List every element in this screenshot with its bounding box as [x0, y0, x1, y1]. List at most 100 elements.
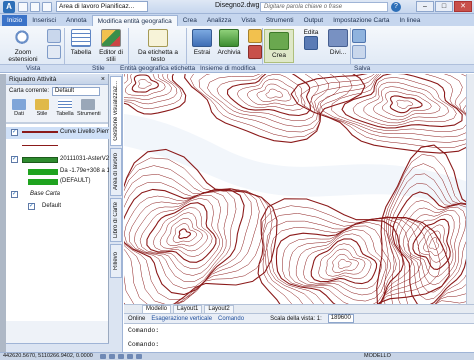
save-file-icon[interactable] [42, 1, 52, 12]
contour-line [125, 74, 166, 97]
search-input[interactable]: Digitare parola chiave o frase [260, 2, 388, 12]
divi-button[interactable]: Divi... [326, 29, 350, 56]
contour-line [318, 243, 372, 280]
polar-icon[interactable] [127, 354, 133, 359]
dati-button[interactable]: Dati [8, 99, 30, 120]
current-map-select[interactable]: Default [52, 86, 101, 96]
tabella-pane-button[interactable]: Tabella [54, 99, 76, 120]
map-canvas[interactable] [124, 74, 474, 304]
stile-button[interactable]: Stile [31, 99, 53, 120]
tab-strumenti[interactable]: Strumenti [261, 15, 299, 26]
minimize-button[interactable]: – [416, 1, 434, 12]
ribbon-group-labels: Vista Stile Entità geografica etichetta … [0, 64, 474, 73]
strumenti-button[interactable]: Strumenti [77, 99, 101, 120]
contour-line [124, 74, 183, 109]
layer-row-curve[interactable]: ✓ Curve Livello Piemo [6, 127, 113, 139]
edita-button[interactable]: Edita [296, 29, 326, 52]
tab-area-di-lavoro[interactable]: Area di lavoro [110, 148, 122, 196]
contour-line [332, 253, 359, 273]
default-layer-checkbox[interactable]: ✓ [28, 203, 35, 210]
dati-label: Dati [14, 111, 24, 117]
osnap-icon[interactable] [136, 354, 142, 359]
close-button[interactable]: ✕ [454, 1, 472, 12]
command-history: Comando: [128, 327, 160, 334]
close-icon[interactable]: × [101, 74, 105, 85]
tab-output[interactable]: Output [299, 15, 329, 26]
cursor-coordinates: 442620.5670, 5110266.9402, 0.0000 [3, 353, 93, 359]
table-icon [58, 99, 72, 110]
grid-icon[interactable] [109, 354, 115, 359]
app-menu-icon[interactable]: A [3, 0, 15, 13]
modify-set-tools[interactable] [248, 29, 262, 61]
command-line[interactable]: Comando: Comando: [124, 323, 474, 351]
vertical-exaggeration[interactable]: Esagerazione verticale [151, 316, 212, 322]
workspace-dropdown[interactable]: Area di lavoro Pianificaz... [56, 1, 148, 12]
layer-visibility-checkbox[interactable]: ✓ [11, 156, 18, 163]
select-icon [47, 29, 61, 43]
tab-in-linea[interactable]: In linea [394, 15, 425, 26]
scale-input[interactable]: 189600 [327, 314, 354, 323]
crea-label: Crea [271, 52, 287, 59]
contour-map [124, 74, 474, 304]
help-icon[interactable]: ? [391, 2, 401, 12]
default-layer-row[interactable]: ✓ Default [6, 202, 109, 212]
contour-line [363, 81, 449, 124]
contour-line-swatch [22, 131, 58, 133]
ribbon-tabs: Inizio Inserisci Annota Modifica entità … [0, 14, 474, 26]
select-tools[interactable] [44, 29, 64, 61]
command-prompt[interactable]: Comando: [128, 341, 159, 348]
task-pane-vertical-tabs: Gestione visualizzaz... Area di lavoro L… [109, 74, 123, 352]
contour-line [198, 74, 340, 133]
crea-button[interactable]: Crea [264, 29, 294, 63]
task-pane-title: Riquadro Attività [9, 76, 57, 83]
quick-access-toolbar [18, 1, 52, 12]
contour-line [341, 74, 463, 129]
model-space-label[interactable]: MODELLO [364, 353, 391, 360]
tab-inizio[interactable]: Inizio [2, 15, 28, 26]
base-map-checkbox[interactable]: ✓ [11, 191, 18, 198]
new-file-icon[interactable] [18, 1, 28, 12]
tab-inserisci[interactable]: Inserisci [27, 15, 61, 26]
tab-impostazione-carta[interactable]: Impostazione Carta [328, 15, 394, 26]
contour-line [295, 229, 387, 296]
contour-line [138, 79, 152, 89]
group-entita-etichetta: Entità geografica etichetta [120, 65, 196, 72]
tab-rilievo[interactable]: Rilievo [110, 244, 122, 278]
layer-row-aster[interactable]: ✓ 20111031-AsterV2- [6, 155, 111, 165]
task-pane-toolbar: Dati Stile Tabella Strumenti [6, 97, 108, 123]
tab-modifica-entita[interactable]: Modifica entità geografica [91, 15, 178, 26]
online-status[interactable]: Online [128, 316, 145, 322]
label-to-text-icon [148, 29, 168, 47]
ortho-icon[interactable] [118, 354, 124, 359]
zoom-extents-button[interactable]: Zoom estensioni [3, 29, 43, 63]
tab-libro-di-carte[interactable]: Libro di Carte [110, 198, 122, 242]
open-file-icon[interactable] [30, 1, 40, 12]
vertical-scrollbar[interactable] [466, 74, 474, 304]
maximize-button[interactable]: □ [435, 1, 453, 12]
layer-visibility-checkbox[interactable]: ✓ [11, 129, 18, 136]
discard-icon [352, 45, 366, 59]
editor-stili-button[interactable]: Editor di stili [96, 29, 126, 63]
base-map-row[interactable]: ✓ Base Carta [6, 190, 109, 200]
tab-annota[interactable]: Annota [61, 15, 92, 26]
map-status-bar: Online Esagerazione verticale Comando Sc… [124, 313, 474, 323]
tabella-button[interactable]: Tabella [66, 29, 96, 56]
snap-icon[interactable] [100, 354, 106, 359]
edita-label: Edita [303, 29, 319, 36]
strumenti-label: Strumenti [77, 111, 101, 117]
contour-line [428, 237, 440, 250]
default-range-row: (DEFAULT) [6, 177, 109, 187]
create-icon [269, 32, 289, 50]
command-toggle[interactable]: Comando [218, 316, 244, 322]
contour-line [325, 248, 366, 277]
tab-vista[interactable]: Vista [236, 15, 260, 26]
default-range-label: (DEFAULT) [60, 178, 91, 184]
estrai-button[interactable]: Estrai [188, 29, 216, 56]
tab-crea[interactable]: Crea [178, 15, 202, 26]
save-tools[interactable] [352, 29, 366, 61]
tab-gestione-visualizzazione[interactable]: Gestione visualizzaz... [110, 76, 122, 146]
archivia-button[interactable]: Archivia [214, 29, 244, 56]
tab-area-label: Area di lavoro [113, 153, 119, 191]
tab-analizza[interactable]: Analizza [202, 15, 237, 26]
etichetta-testo-button[interactable]: Da etichetta a testo [132, 29, 184, 63]
